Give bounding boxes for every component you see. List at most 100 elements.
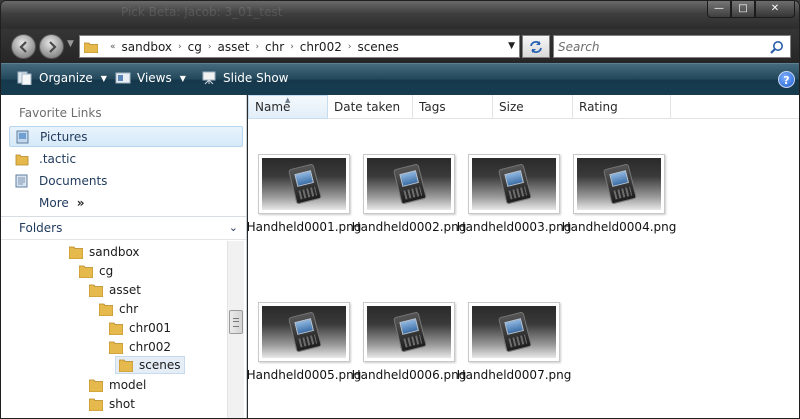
handheld-thumbnail [472, 158, 556, 210]
column-date-taken[interactable]: Date taken [328, 95, 413, 119]
column-size[interactable]: Size [493, 95, 573, 119]
file-tile[interactable]: Handheld0006.png [352, 302, 466, 392]
folder-icon [15, 154, 29, 165]
favorite-tactic[interactable]: .tactic [9, 148, 243, 169]
column-rating[interactable]: Rating [573, 95, 671, 119]
tree-item-chr001[interactable]: chr001 [109, 319, 171, 337]
search-icon[interactable] [770, 40, 784, 54]
tree-item-label: chr001 [129, 321, 172, 335]
slideshow-icon [202, 71, 216, 85]
file-tile[interactable]: Handheld0007.png [457, 302, 571, 392]
breadcrumb-separator[interactable]: › [255, 42, 259, 52]
address-bar[interactable]: « sandbox › cg › asset › chr › chr002 › … [79, 35, 520, 58]
handheld-thumbnail [472, 306, 556, 358]
breadcrumb-separator[interactable]: › [208, 42, 212, 52]
file-name: Handheld0005.png [246, 368, 362, 382]
tree-item-label: asset [109, 283, 141, 297]
tree-item-chr002[interactable]: chr002 [109, 338, 171, 356]
folder-icon [99, 303, 113, 316]
breadcrumb-asset[interactable]: asset [217, 40, 249, 54]
favorite-label: More [39, 195, 69, 210]
handheld-thumbnail [367, 306, 451, 358]
breadcrumb-overflow[interactable]: « [110, 42, 116, 52]
help-button[interactable]: ? [778, 71, 795, 88]
tree-item-shot[interactable]: shot [89, 395, 135, 413]
favorite-pictures[interactable]: Pictures [9, 126, 243, 147]
open-folder-icon [119, 359, 133, 372]
recent-pages-dropdown[interactable]: ▼ [67, 39, 74, 49]
breadcrumb-cg[interactable]: cg [188, 40, 202, 54]
slideshow-button[interactable]: Slide Show [201, 71, 288, 85]
folders-header[interactable]: Folders ⌄ [1, 216, 246, 240]
file-tile[interactable]: Handheld0004.png [562, 154, 676, 244]
thumbnail-frame [468, 302, 560, 362]
folder-icon [109, 341, 123, 354]
breadcrumb-separator[interactable]: › [290, 42, 294, 52]
title-bar[interactable]: Pick Beta: Jacob: 3_01_test — □ ✕ [1, 1, 799, 29]
file-tile[interactable]: Handheld0002.png [352, 154, 466, 244]
thumbnail-frame [258, 302, 350, 362]
pictures-icon [16, 130, 29, 143]
breadcrumb-scenes[interactable]: scenes [357, 40, 398, 54]
minimize-button[interactable]: — [707, 1, 731, 18]
breadcrumb-separator[interactable]: › [348, 42, 352, 52]
favorite-documents[interactable]: Documents [9, 170, 243, 191]
breadcrumb: « sandbox › cg › asset › chr › chr002 › … [104, 40, 399, 54]
handheld-thumbnail [367, 158, 451, 210]
thumbnail-frame [468, 154, 560, 214]
breadcrumb-chr[interactable]: chr [265, 40, 284, 54]
forward-button[interactable] [39, 34, 64, 59]
views-icon [115, 72, 131, 84]
file-name: Handheld0003.png [456, 220, 572, 234]
handheld-thumbnail [577, 158, 661, 210]
tree-item-asset[interactable]: asset [89, 281, 141, 299]
window-title: Pick Beta: Jacob: 3_01_test [121, 5, 283, 19]
handheld-device-image [603, 163, 637, 205]
file-tile[interactable]: Handheld0003.png [457, 154, 571, 244]
column-label: Date taken [334, 100, 401, 114]
organize-button[interactable]: Organize ▼ [17, 71, 107, 85]
chevron-down-icon: ▼ [179, 73, 186, 83]
tree-item-scenes[interactable]: scenes [115, 356, 186, 374]
handheld-device-image [498, 163, 532, 205]
folder-icon [79, 265, 93, 278]
search-input[interactable] [558, 38, 763, 55]
column-label: Rating [579, 100, 618, 114]
breadcrumb-chr002[interactable]: chr002 [300, 40, 342, 54]
handheld-device-image [498, 311, 532, 353]
folder-icon [89, 398, 103, 411]
forward-arrow-icon [48, 40, 57, 53]
views-button[interactable]: Views ▼ [115, 71, 186, 85]
tree-item-sandbox[interactable]: sandbox [69, 243, 140, 261]
file-name: Handheld0006.png [351, 368, 467, 382]
tree-item-model[interactable]: model [89, 376, 146, 394]
favorite-more[interactable]: More » [9, 192, 243, 213]
refresh-button[interactable] [522, 35, 550, 58]
breadcrumb-sandbox[interactable]: sandbox [122, 40, 173, 54]
thumbnail-frame [363, 302, 455, 362]
chevron-down-icon[interactable]: ⌄ [229, 221, 238, 234]
close-button[interactable]: ✕ [755, 1, 795, 18]
column-name[interactable]: ▲ Name [248, 95, 328, 119]
file-tile[interactable]: Handheld0005.png [247, 302, 361, 392]
breadcrumb-separator[interactable]: › [178, 42, 182, 52]
folder-tree-scrollbar[interactable] [227, 241, 244, 418]
handheld-device-image [393, 311, 427, 353]
tree-item-label: cg [99, 264, 114, 278]
maximize-button[interactable]: □ [731, 1, 755, 18]
favorite-label: .tactic [39, 151, 77, 166]
slideshow-label: Slide Show [223, 71, 289, 85]
handheld-device-image [393, 163, 427, 205]
search-box[interactable] [553, 35, 791, 58]
tree-item-chr[interactable]: chr [99, 300, 138, 318]
scrollbar-thumb[interactable] [229, 310, 243, 334]
column-tags[interactable]: Tags [413, 95, 493, 119]
folder-icon [89, 379, 103, 392]
folder-tree: sandbox cg asset chr chr001 chr002 scene… [1, 241, 229, 418]
tree-item-cg[interactable]: cg [79, 262, 113, 280]
file-tile[interactable]: Handheld0001.png [247, 154, 361, 244]
tree-item-label: chr002 [129, 340, 172, 354]
back-button[interactable] [11, 34, 36, 59]
explorer-window: Pick Beta: Jacob: 3_01_test — □ ✕ ▼ « sa… [0, 0, 800, 419]
address-dropdown-button[interactable]: ▼ [508, 41, 515, 51]
